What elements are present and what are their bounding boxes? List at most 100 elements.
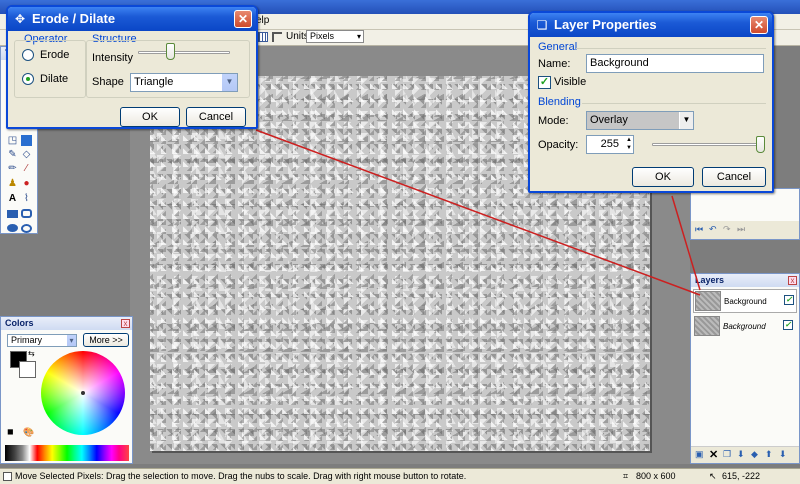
history-toolbar: ⏮ ↶ ↷ ⏭: [691, 221, 799, 239]
visible-label: Visible: [554, 76, 587, 88]
merge-layer-icon[interactable]: ⬇: [737, 449, 745, 460]
cancel-button[interactable]: Cancel: [702, 167, 766, 187]
close-icon[interactable]: x: [788, 276, 797, 285]
pencil-icon[interactable]: ✏: [7, 163, 18, 174]
history-panel: ⏮ ↶ ↷ ⏭: [690, 188, 800, 240]
units-value: Pixels: [310, 31, 335, 41]
color-picker-icon[interactable]: ⁄: [21, 163, 32, 174]
layers-panel: Layers x Background ✓ Background ✓ ▣ ✕ ❐…: [690, 273, 800, 464]
swap-colors-icon[interactable]: ⇆: [28, 349, 35, 358]
text-icon[interactable]: A: [7, 193, 18, 204]
colors-panel-title: Colors: [1, 317, 132, 330]
layer-name: Background: [723, 322, 766, 331]
secondary-color-swatch[interactable]: [19, 361, 36, 378]
move-selection-icon: [3, 472, 12, 481]
erode-dilate-dialog: Erode / Dilate ✥ ✕ Operator Erode Dilate…: [6, 5, 258, 129]
clone-stamp-icon[interactable]: ♟: [7, 178, 18, 189]
close-icon[interactable]: x: [121, 319, 130, 328]
blend-mode-value: Overlay: [590, 114, 628, 126]
layer-row[interactable]: Background ✓: [693, 315, 797, 339]
grid-icon[interactable]: [258, 32, 268, 42]
layer-name: Background: [724, 297, 767, 306]
effect-icon: ✥: [14, 12, 26, 26]
layer-name-input[interactable]: Background: [586, 54, 764, 73]
line-icon[interactable]: ⌇: [21, 193, 32, 204]
opacity-slider-track[interactable]: [652, 143, 762, 146]
shape-select[interactable]: Triangle ▼: [130, 73, 238, 92]
status-bar: Move Selected Pixels: Drag the selection…: [0, 468, 800, 484]
close-button[interactable]: ✕: [750, 16, 768, 34]
shape-value: Triangle: [134, 76, 174, 88]
delete-layer-icon[interactable]: ✕: [709, 448, 718, 461]
dilate-label: Dilate: [40, 73, 69, 85]
ok-button[interactable]: OK: [632, 167, 694, 187]
spinner-icon[interactable]: ▲ ▼: [626, 136, 632, 152]
cancel-button[interactable]: Cancel: [186, 107, 246, 127]
blending-divider: [582, 103, 766, 104]
opacity-label: Opacity:: [538, 139, 579, 151]
color-wheel[interactable]: [41, 351, 125, 435]
layer-up-icon[interactable]: ◆: [751, 449, 758, 460]
dilate-radio[interactable]: [22, 73, 34, 85]
name-label: Name:: [538, 58, 571, 70]
image-size: 800 x 600: [636, 471, 676, 481]
chevron-down-icon: ▼: [221, 74, 237, 91]
freeform-shape-icon[interactable]: [21, 224, 32, 233]
layer-down-icon[interactable]: ⬇: [779, 449, 787, 460]
layer-properties-icon: ❏: [536, 18, 548, 32]
move-icon[interactable]: [21, 135, 32, 146]
blending-group-label: Blending: [538, 96, 581, 108]
close-button[interactable]: ✕: [234, 10, 252, 28]
rectangle-icon[interactable]: [7, 210, 18, 218]
opacity-slider-thumb[interactable]: [756, 136, 765, 153]
intensity-slider-thumb[interactable]: [166, 43, 175, 60]
image-size-icon: ⌗: [623, 471, 629, 481]
layer-properties-title: Layer Properties: [530, 13, 772, 37]
recolor-icon[interactable]: ●: [21, 178, 32, 189]
intensity-label: Intensity: [92, 52, 133, 64]
chevron-down-icon: ▾: [66, 335, 76, 346]
palette-menu-icon[interactable]: 🎨: [23, 427, 34, 438]
units-select[interactable]: Pixels ▾: [306, 30, 364, 43]
fast-forward-icon[interactable]: ⏭: [737, 224, 745, 235]
erode-label: Erode: [40, 49, 70, 61]
color-wheel-marker[interactable]: [81, 391, 85, 395]
mode-label: Mode:: [538, 115, 569, 127]
ok-button[interactable]: OK: [120, 107, 180, 127]
layer-properties-dialog: Layer Properties ❏ ✕ General Name: Backg…: [528, 11, 774, 193]
duplicate-layer-icon[interactable]: ❐: [723, 449, 731, 460]
chevron-down-icon: ▼: [679, 112, 693, 129]
rewind-icon[interactable]: ⏮: [695, 224, 703, 235]
eraser-icon[interactable]: ◇: [21, 149, 32, 160]
layer-visible-checkbox[interactable]: ✓: [783, 320, 793, 330]
layer-visible-checkbox[interactable]: ✓: [784, 295, 794, 305]
layer-thumbnail: [695, 291, 721, 311]
chevron-down-icon: ▾: [356, 32, 361, 41]
color-mode-select[interactable]: Primary ▾: [7, 334, 77, 347]
menu-help[interactable]: elp: [256, 15, 269, 26]
intensity-slider-track[interactable]: [138, 51, 230, 54]
redo-icon[interactable]: ↷: [723, 224, 731, 235]
ruler-icon[interactable]: [272, 32, 282, 42]
layer-row[interactable]: Background ✓: [693, 289, 797, 313]
ellipse-icon[interactable]: [7, 224, 18, 232]
add-layer-icon[interactable]: ▣: [695, 449, 704, 460]
undo-icon[interactable]: ↶: [709, 224, 717, 235]
reset-colors-icon[interactable]: ◼: [7, 427, 14, 436]
rounded-rectangle-icon[interactable]: [21, 209, 32, 218]
colors-panel: Colors x Primary ▾ More >> ⇆ ◼ 🎨: [0, 316, 133, 464]
color-palette[interactable]: [5, 445, 129, 461]
layers-panel-title: Layers: [691, 274, 799, 287]
blend-mode-select[interactable]: Overlay ▼: [586, 111, 694, 130]
more-colors-button[interactable]: More >>: [83, 333, 129, 347]
visible-checkbox[interactable]: ✓: [538, 76, 551, 89]
cursor-icon: ↖: [709, 471, 717, 481]
erode-dilate-title: Erode / Dilate: [8, 7, 256, 31]
opacity-input[interactable]: 255 ▲ ▼: [586, 135, 634, 154]
lasso-icon[interactable]: ◳: [7, 135, 18, 146]
erode-radio[interactable]: [22, 49, 34, 61]
color-mode-value: Primary: [11, 335, 42, 345]
paintbrush-icon[interactable]: ✎: [7, 149, 18, 160]
layers-toolbar: ▣ ✕ ❐ ⬇ ◆ ⬆ ⬇: [691, 446, 799, 463]
layer-properties-icon[interactable]: ⬆: [765, 449, 773, 460]
